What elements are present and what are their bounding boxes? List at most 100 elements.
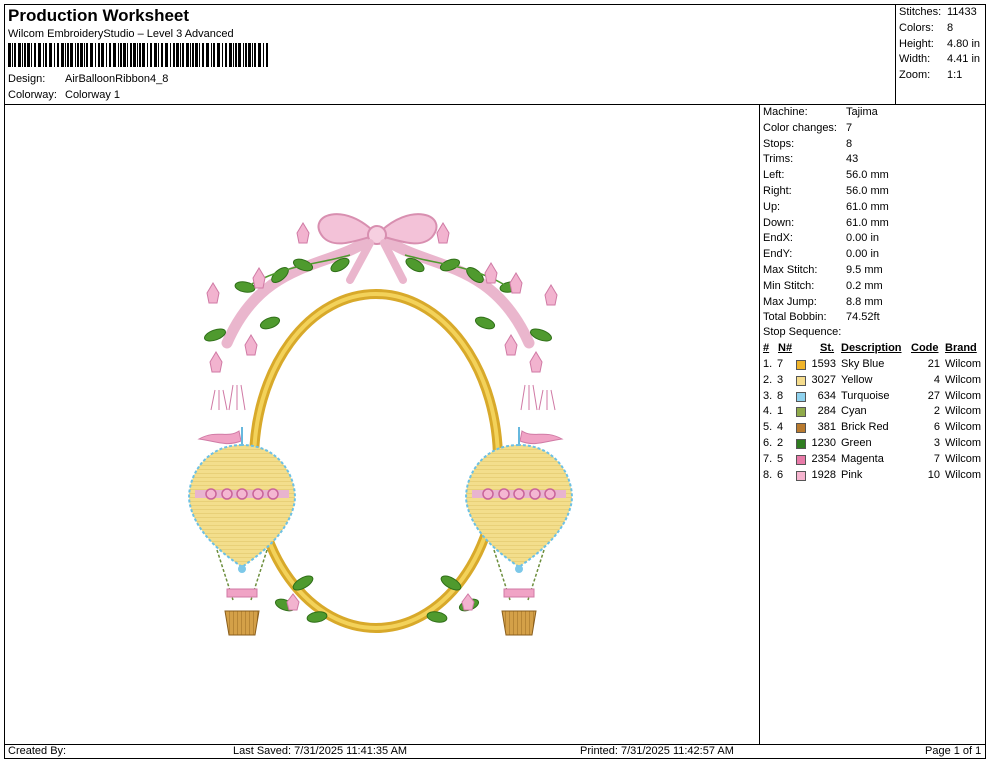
cell-code: 7 [933,452,940,465]
barcode-bar [18,43,21,67]
page-number: Page 1 of 1 [925,745,982,757]
barcode-bar [213,43,215,67]
cell-desc: Turquoise [841,389,890,402]
color-swatch [796,470,806,481]
cell-n: 8 [777,389,784,402]
colors-label: Colors: [899,22,934,34]
barcode-bar [98,43,100,67]
barcode-bar [27,43,30,67]
width-value: 4.41 in [947,53,981,65]
barcode-bar [95,43,96,67]
design-canvas [4,104,760,745]
barcode-bar [180,43,181,67]
barcode-bar [49,43,52,67]
machine-info-label: Right: [763,185,792,197]
barcode-bar [86,43,88,67]
col-header-description: Description [841,342,902,354]
cell-st: 284 [817,405,836,418]
cell-code: 4 [933,373,940,386]
machine-info-label: Max Jump: [763,295,817,308]
barcode-bar [165,43,168,67]
barcode-bar [154,43,157,67]
last-saved: Last Saved: 7/31/2025 11:41:35 AM [233,745,408,757]
barcode-bar [34,43,36,67]
machine-info-value: 0.2 mm [846,279,883,292]
col-header-st: St. [820,342,835,354]
machine-info-value: 0.00 in [846,232,880,245]
barcode-bar [238,43,241,67]
barcode-bar [258,43,261,67]
cell-st: 634 [817,389,836,402]
barcode-bar [243,43,244,67]
cell-code: 10 [927,468,940,481]
barcode-bar [118,43,119,67]
cell-code: 21 [927,358,940,370]
barcode-bar [38,43,41,67]
machine-info-value: 61.0 mm [846,216,889,229]
barcode-bar [158,43,159,67]
col-header-num: # [763,342,770,354]
cell-n: 1 [777,405,784,418]
cell-num: 2. [763,373,773,386]
machine-info-label: Stops: [763,137,795,150]
machine-info-value: 43 [846,153,859,166]
barcode-bar [22,43,23,67]
embroidery-design-preview [188,213,573,636]
cell-brand: Wilcom [945,405,982,418]
barcode-bar [90,43,93,67]
barcode-bar [182,43,184,67]
software-name: Wilcom EmbroideryStudio – Level 3 Advanc… [8,28,234,40]
barcode-bar [113,43,116,67]
cell-desc: Pink [841,468,863,481]
barcode-bar [139,43,141,67]
barcode-bar [45,43,47,67]
cell-num: 5. [763,421,773,434]
color-swatch [796,360,806,370]
created-by: Created By: [8,745,67,757]
barcode-bar [67,43,69,67]
machine-info-value: 56.0 mm [846,185,889,197]
page-title: Production Worksheet [8,6,190,25]
cell-num: 8. [763,468,773,481]
barcode [8,43,268,67]
barcode-bar [202,43,204,67]
barcode-bar [225,43,227,67]
barcode-bar [127,43,128,67]
right-hot-air-balloon [465,427,573,636]
cell-brand: Wilcom [945,421,982,434]
color-swatch [796,454,806,465]
barcode-bar [54,43,55,67]
cell-desc: Magenta [841,452,884,465]
cell-desc: Yellow [841,373,873,386]
machine-info-value: 7 [846,121,853,134]
cell-n: 5 [777,452,784,465]
machine-info-value: 8.8 mm [846,295,883,308]
barcode-bar [77,43,79,67]
barcode-bar [84,43,85,67]
cell-brand: Wilcom [945,452,982,465]
barcode-bar [222,43,223,67]
barcode-bar [186,43,189,67]
machine-info-value: 61.0 mm [846,200,889,213]
color-swatch [796,391,806,402]
cell-code: 3 [933,437,940,449]
machine-info-label: Left: [763,169,785,182]
cell-code: 6 [933,421,940,434]
barcode-bar [266,43,268,67]
footer-bar [4,744,986,759]
barcode-bar [31,43,32,67]
cell-brand: Wilcom [945,389,982,402]
barcode-bar [57,43,59,67]
barcode-bar [211,43,212,67]
machine-info-label: EndY: [763,248,793,261]
barcode-bar [142,43,145,67]
barcode-bar [70,43,73,67]
cell-brand: Wilcom [945,468,982,481]
machine-info-label: Min Stitch: [763,279,815,292]
cell-st: 1928 [811,468,836,481]
barcode-bar [43,43,44,67]
machine-info-value: 8 [846,137,853,150]
machine-info-value: 9.5 mm [846,264,883,276]
machine-info-label: Machine: [763,106,808,118]
machine-info-label: Max Stitch: [763,264,818,276]
